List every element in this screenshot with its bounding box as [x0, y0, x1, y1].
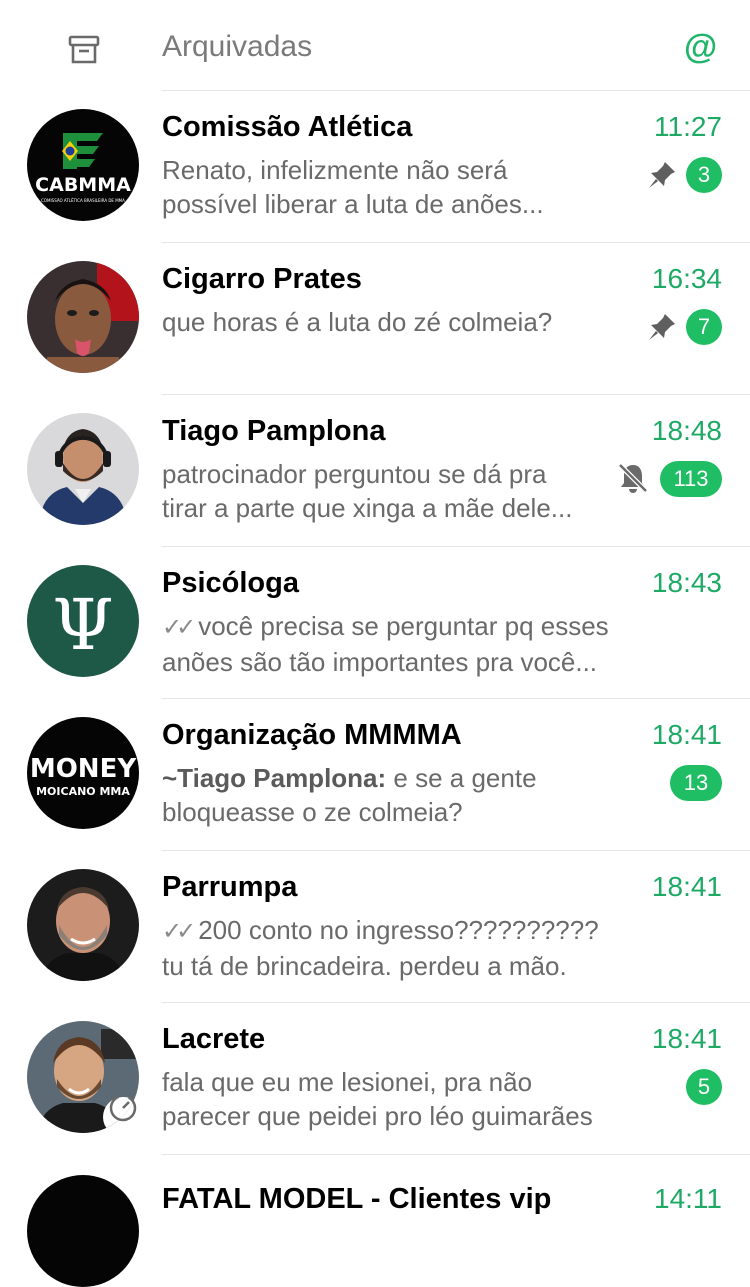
unread-badge: 7	[686, 309, 722, 345]
archive-box-icon[interactable]	[66, 32, 102, 68]
double-check-icon: ✓✓	[162, 614, 196, 641]
avatar-logo-text: CABMMA	[35, 174, 131, 196]
avatar[interactable]	[27, 869, 139, 981]
chat-row-comissao-atletica[interactable]: CABMMA COMISSÃO ATLÉTICA BRASILEIRA DE M…	[0, 91, 750, 243]
preview-line-2: parecer que peidei pro léo guimarães	[162, 1101, 593, 1131]
chat-time: 14:11	[654, 1183, 722, 1214]
chat-preview: que horas é a luta do zé colmeia?	[162, 305, 642, 339]
chat-row-fatal-model[interactable]: FATAL MODEL - Clientes vip 14:11	[0, 1155, 750, 1287]
preview-line-1: e se a gente	[386, 763, 537, 793]
chat-row-cigarro-prates[interactable]: Cigarro Prates 16:34 que horas é a luta …	[0, 243, 750, 395]
preview-line-1: patrocinador perguntou se dá pra	[162, 459, 547, 489]
chat-time: 18:41	[651, 1023, 722, 1054]
chat-row-lacrete[interactable]: Lacrete 18:41 fala que eu me lesionei, p…	[0, 1003, 750, 1155]
preview-line-2: possível liberar a luta de anões...	[162, 189, 544, 219]
preview-line-1: 200 conto no ingresso??????????	[198, 915, 599, 945]
avatar[interactable]: CABMMA COMISSÃO ATLÉTICA BRASILEIRA DE M…	[27, 109, 139, 221]
preview-line-2: bloqueasse o ze colmeia?	[162, 797, 463, 827]
avatar[interactable]	[27, 413, 139, 525]
chat-preview: ✓✓ 200 conto no ingresso?????????? tu tá …	[162, 913, 662, 983]
preview-line-1: você precisa se perguntar pq esses	[198, 611, 609, 641]
avatar[interactable]	[27, 1175, 139, 1287]
chat-name: Cigarro Prates	[162, 263, 362, 295]
avatar-logo-subtext: COMISSÃO ATLÉTICA BRASILEIRA DE MMA	[41, 198, 125, 203]
preview-line-2: anões são tão importantes pra você...	[162, 647, 598, 677]
chat-name: Lacrete	[162, 1023, 266, 1055]
mention-icon[interactable]: @	[684, 28, 717, 67]
avatar-logo-subtext: MOICANO MMA	[36, 785, 130, 798]
chat-time: 18:41	[651, 871, 722, 902]
chat-preview: patrocinador perguntou se dá pra tirar a…	[162, 457, 642, 525]
preview-line-1: Renato, infelizmente não será	[162, 155, 508, 185]
archived-header: Arquivadas @	[0, 0, 750, 91]
status-timer-icon	[109, 1094, 137, 1122]
chat-time: 16:34	[651, 263, 722, 294]
chat-time: 18:48	[651, 415, 722, 446]
sender-name: ~Tiago Pamplona:	[162, 763, 387, 793]
avatar-logo-text: MONEY	[30, 754, 137, 784]
chat-name: Comissão Atlética	[162, 111, 413, 143]
chat-preview: ~Tiago Pamplona: e se a gente bloqueasse…	[162, 761, 642, 829]
chat-preview: fala que eu me lesionei, pra não parecer…	[162, 1065, 642, 1133]
avatar[interactable]: MONEY MOICANO MMA	[27, 717, 139, 829]
psi-symbol: Ψ	[52, 584, 113, 666]
avatar[interactable]: Ψ	[27, 565, 139, 677]
chat-row-tiago-pamplona[interactable]: Tiago Pamplona 18:48 patrocinador pergun…	[0, 395, 750, 547]
preview-line-2: tirar a parte que xinga a mãe dele...	[162, 493, 573, 523]
chat-row-organizacao-mmmma[interactable]: MONEY MOICANO MMA Organização MMMMA 18:4…	[0, 699, 750, 851]
unread-badge: 3	[686, 157, 722, 193]
preview-line-2: tu tá de brincadeira. perdeu a mão.	[162, 951, 567, 981]
chat-name: Parrumpa	[162, 871, 298, 903]
chat-preview: ✓✓ você precisa se perguntar pq esses anõ…	[162, 609, 642, 679]
chat-name: Tiago Pamplona	[162, 415, 386, 447]
chat-row-psicologa[interactable]: Ψ Psicóloga 18:43 ✓✓ você precisa se perg…	[0, 547, 750, 699]
chat-name: Psicóloga	[162, 567, 299, 599]
avatar[interactable]	[27, 261, 139, 373]
chat-time: 11:27	[654, 111, 722, 142]
page-title: Arquivadas	[162, 30, 313, 63]
chat-preview: Renato, infelizmente não será possível l…	[162, 153, 642, 221]
chat-row-parrumpa[interactable]: Parrumpa 18:41 ✓✓ 200 conto no ingresso??…	[0, 851, 750, 1003]
pin-icon	[649, 314, 675, 340]
muted-bell-icon	[618, 463, 648, 493]
chat-time: 18:41	[651, 719, 722, 750]
chat-time: 18:43	[651, 567, 722, 598]
unread-badge: 13	[670, 765, 722, 801]
preview-line-1: fala que eu me lesionei, pra não	[162, 1067, 533, 1097]
pin-icon	[649, 162, 675, 188]
chat-name: Organização MMMMA	[162, 719, 462, 751]
unread-badge: 5	[686, 1069, 722, 1105]
unread-badge: 113	[660, 461, 722, 497]
double-check-icon: ✓✓	[162, 918, 196, 945]
preview-line-1: que horas é a luta do zé colmeia?	[162, 307, 553, 337]
